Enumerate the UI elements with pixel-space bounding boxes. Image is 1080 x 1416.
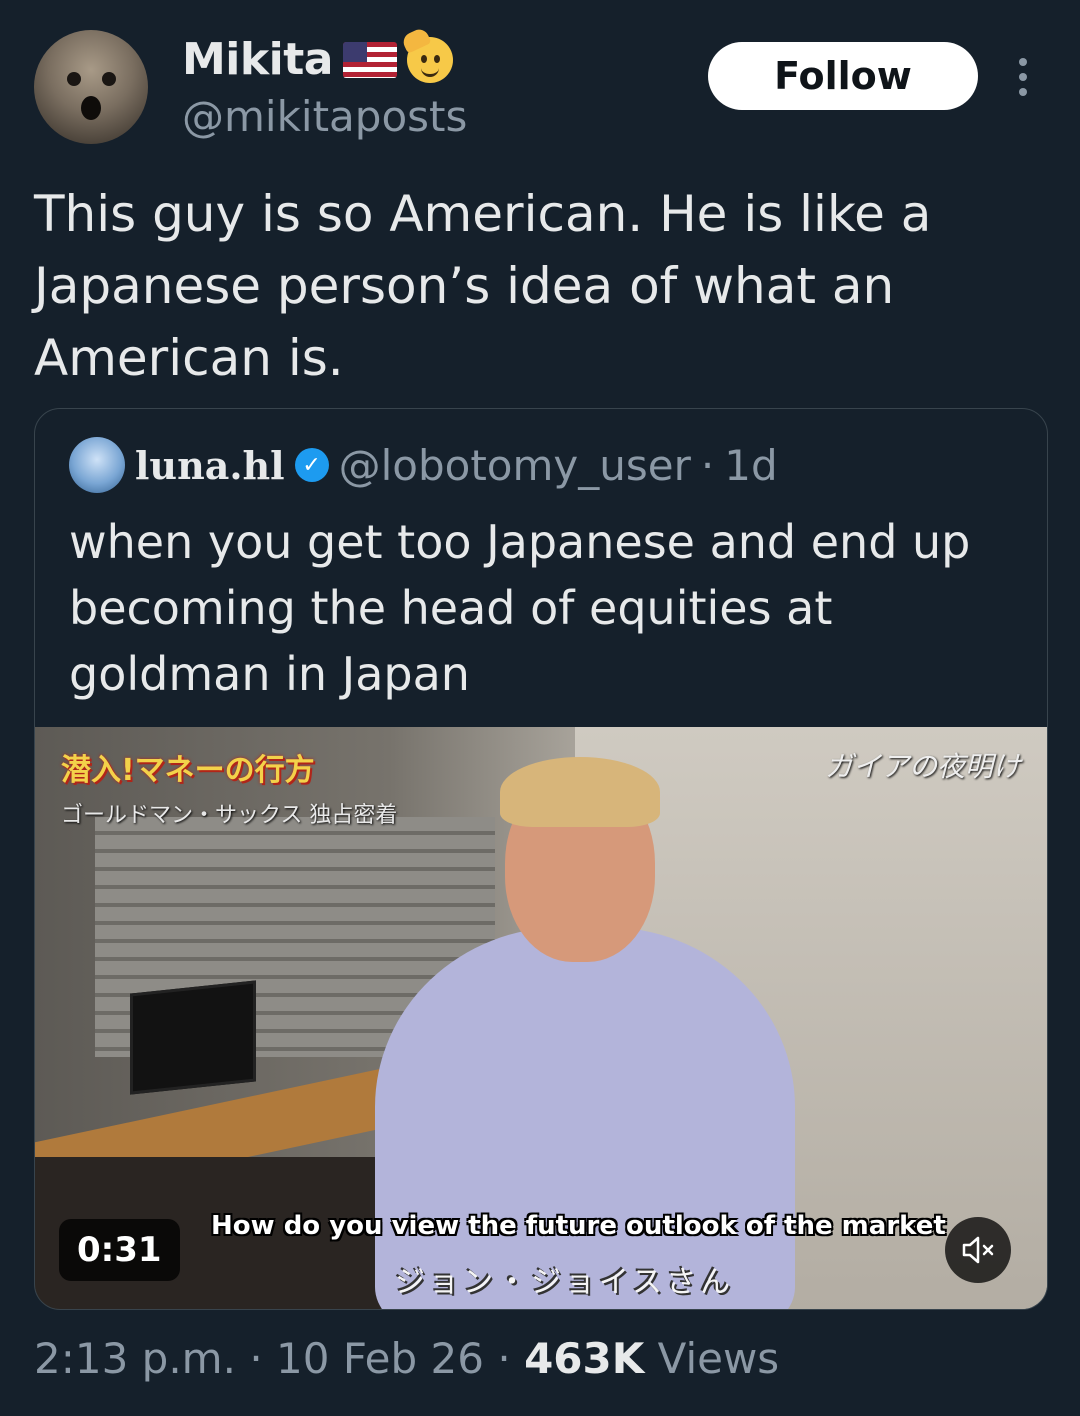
post-time[interactable]: 2:13 p.m. xyxy=(34,1334,236,1383)
follow-button[interactable]: Follow xyxy=(708,42,978,110)
views-label: Views xyxy=(657,1334,780,1383)
video-frame-person-body xyxy=(375,927,795,1309)
verified-badge-icon: ✓ xyxy=(294,448,329,482)
us-flag-icon xyxy=(342,41,397,78)
quoted-tweet-text: when you get too Japanese and end up bec… xyxy=(69,515,971,701)
author-name-row[interactable]: Mikita xyxy=(182,25,453,85)
separator-dot: · xyxy=(700,440,715,490)
separator-dot: · xyxy=(249,1334,263,1383)
quoted-author-avatar xyxy=(69,437,125,493)
post-date[interactable]: 10 Feb 26 xyxy=(276,1334,484,1383)
author-avatar[interactable] xyxy=(34,30,148,144)
video-caption-japanese: ジョン・ジョイスさん xyxy=(395,1265,735,1300)
quoted-tweet-card[interactable]: luna.hl ✓ @lobotomy_user · 1d when you g… xyxy=(34,408,1048,1310)
video-player[interactable]: 潜入!マネーの行方 ゴールドマン・サックス 独占密着 ガイアの夜明け How d… xyxy=(35,727,1047,1309)
mute-button[interactable] xyxy=(945,1217,1011,1283)
quoted-timestamp: 1d xyxy=(724,440,778,490)
video-caption-english: How do you view the future outlook of th… xyxy=(211,1211,946,1241)
author-display-name[interactable]: Mikita xyxy=(182,34,333,85)
video-overlay-title: 潜入!マネーの行方 xyxy=(61,753,315,788)
video-frame-monitor xyxy=(130,980,256,1095)
author-handle[interactable]: @mikitaposts xyxy=(182,92,467,141)
more-options-icon[interactable] xyxy=(1014,58,1032,98)
quoted-author-name: luna.hl xyxy=(135,442,285,488)
video-frame-person-hair xyxy=(500,757,660,827)
video-overlay-logo: ガイアの夜明け xyxy=(824,750,1021,783)
video-overlay-subtitle: ゴールドマン・サックス 独占密着 xyxy=(61,803,398,828)
video-duration-badge: 0:31 xyxy=(59,1219,180,1281)
quoted-author-handle: @lobotomy_user xyxy=(338,440,691,490)
quoted-tweet-header: luna.hl ✓ @lobotomy_user · 1d xyxy=(69,437,778,493)
saluting-face-icon xyxy=(400,25,453,83)
avatar-eye xyxy=(102,72,116,86)
views-count: 463K xyxy=(524,1334,645,1383)
separator-dot: · xyxy=(497,1334,511,1383)
tweet-meta: 2:13 p.m. · 10 Feb 26 · 463K Views xyxy=(34,1334,779,1383)
speaker-muted-icon xyxy=(962,1236,994,1264)
avatar-mouth xyxy=(81,96,101,120)
avatar-eye xyxy=(67,72,81,86)
tweet-text: This guy is so American. He is like a Ja… xyxy=(34,185,932,387)
